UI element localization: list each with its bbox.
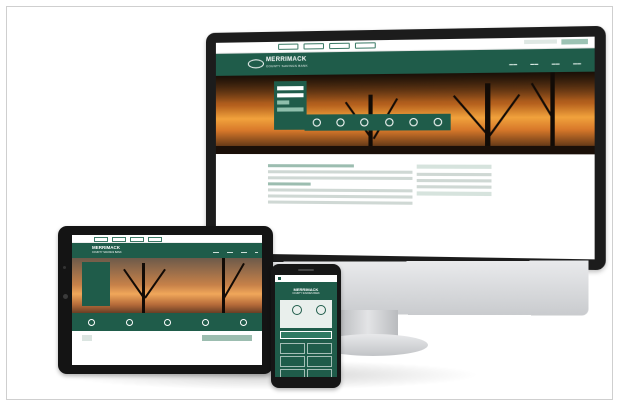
brand-line-2: COUNTY SAVINGS BANK <box>92 251 122 256</box>
menu-item[interactable]: ▬▬ <box>573 61 581 65</box>
menu-icon[interactable] <box>278 277 281 280</box>
quick-links-bar <box>305 114 451 131</box>
text-line <box>268 188 412 192</box>
password-field[interactable] <box>277 93 303 97</box>
menu-item[interactable]: ▬▬ <box>552 61 560 65</box>
monitor-screen: MERRIMACK COUNTY SAVINGS BANK ▬▬ ▬▬ ▬▬ ▬… <box>216 37 595 260</box>
audience-tabs <box>278 42 376 50</box>
sidebar-line <box>417 173 492 176</box>
quick-link-icon[interactable] <box>240 319 247 326</box>
quick-link-icon[interactable] <box>360 118 368 126</box>
menu-item[interactable]: ▬▬ <box>530 62 538 66</box>
audience-tab[interactable] <box>148 237 162 242</box>
quick-link-icon[interactable] <box>126 319 133 326</box>
section-heading <box>268 164 354 167</box>
menu-item[interactable]: ▬▬ <box>213 250 219 254</box>
utility-bar <box>72 235 262 243</box>
text-line <box>268 176 412 180</box>
menu-item[interactable]: ▬▬ <box>509 62 517 66</box>
tree-branch <box>144 269 166 299</box>
online-banking-button[interactable] <box>280 331 332 339</box>
menu-items: ▬▬ ▬▬ ▬▬ ▬▬ <box>509 61 581 66</box>
quick-link-icon[interactable] <box>434 118 443 126</box>
quick-link-icon[interactable] <box>385 118 393 126</box>
quick-link-tile[interactable] <box>307 369 332 377</box>
quick-link-icon[interactable] <box>202 319 209 326</box>
menu-item[interactable]: ▬▬ <box>241 250 247 254</box>
tab-personal[interactable] <box>278 44 298 50</box>
section-tag <box>82 335 92 341</box>
speaker-grille <box>298 269 314 271</box>
quick-link-icon[interactable] <box>336 118 344 126</box>
tree-trunk <box>485 83 490 154</box>
brand-line-1: MERRIMACK <box>92 245 120 250</box>
sidebar-heading <box>202 335 252 341</box>
smartphone-device: MERRIMACK COUNTY SAVINGS BANK <box>271 264 341 388</box>
tab-business[interactable] <box>304 43 324 49</box>
leaf-logo-icon <box>248 59 264 68</box>
username-field[interactable] <box>277 86 303 90</box>
enroll-icon[interactable] <box>316 305 326 315</box>
sidebar-line <box>417 179 492 182</box>
hero-sunset-image <box>72 258 262 318</box>
menu-items: ▬▬ ▬▬ ▬▬ ▬ <box>213 250 258 254</box>
text-line <box>268 201 412 205</box>
quick-link-icon[interactable] <box>88 319 95 326</box>
menu-item[interactable]: ▬▬ <box>227 250 233 254</box>
utility-links[interactable] <box>524 39 557 44</box>
brand-line-2: COUNTY SAVINGS BANK <box>266 63 308 70</box>
tab-other[interactable] <box>355 42 376 48</box>
quick-link-tile[interactable] <box>280 356 305 367</box>
text-line <box>268 194 412 198</box>
login-button[interactable] <box>277 100 289 104</box>
online-banking-login-panel <box>82 262 110 306</box>
content-area <box>216 154 595 165</box>
quick-link-tile[interactable] <box>307 356 332 367</box>
site-logo[interactable]: MERRIMACK COUNTY SAVINGS BANK <box>275 282 337 296</box>
audience-tab[interactable] <box>130 237 144 242</box>
phone-screen: MERRIMACK COUNTY SAVINGS BANK <box>275 275 337 377</box>
content-row <box>82 335 252 341</box>
tablet-device: MERRIMACK COUNTY SAVINGS BANK ▬▬ ▬▬ ▬▬ ▬ <box>58 226 273 374</box>
audience-tab[interactable] <box>112 237 126 242</box>
tree-trunk <box>142 263 145 318</box>
audience-tab[interactable] <box>94 237 108 242</box>
enroll-link[interactable] <box>277 107 303 111</box>
text-line <box>268 170 412 174</box>
login-card <box>280 300 332 328</box>
tablet-screen: MERRIMACK COUNTY SAVINGS BANK ▬▬ ▬▬ ▬▬ ▬ <box>72 235 262 365</box>
tab-wealth[interactable] <box>329 43 350 49</box>
search-box[interactable] <box>561 39 588 45</box>
quick-link-tile[interactable] <box>307 343 332 354</box>
sidebar-line <box>417 185 492 189</box>
online-banking-login-panel <box>274 81 307 130</box>
quick-links-grid <box>280 343 332 377</box>
tree-branch <box>453 95 489 136</box>
site-logo[interactable]: MERRIMACK COUNTY SAVINGS BANK <box>92 246 122 255</box>
camera-icon <box>63 266 66 269</box>
quick-link-tile[interactable] <box>280 343 305 354</box>
tree-branch <box>487 94 520 138</box>
sidebar <box>417 165 492 201</box>
site-logo[interactable]: MERRIMACK COUNTY SAVINGS BANK <box>266 57 308 70</box>
quick-links-bar <box>72 313 262 331</box>
phone-utility-bar <box>275 275 337 282</box>
home-button-icon <box>63 294 68 299</box>
quick-link-tile[interactable] <box>280 369 305 377</box>
main-column <box>268 164 412 208</box>
quick-link-icon[interactable] <box>409 118 417 126</box>
section-heading <box>268 182 311 185</box>
quick-link-icon[interactable] <box>312 118 320 126</box>
main-navigation: MERRIMACK COUNTY SAVINGS BANK ▬▬ ▬▬ ▬▬ ▬ <box>72 243 262 258</box>
sidebar-heading <box>417 165 492 169</box>
tree-trunk <box>222 258 225 318</box>
menu-item[interactable]: ▬ <box>255 250 258 254</box>
tree-branch <box>223 263 245 299</box>
login-icon[interactable] <box>292 305 302 315</box>
quick-link-icon[interactable] <box>164 319 171 326</box>
sidebar-heading <box>417 191 492 196</box>
brand-line-2: COUNTY SAVINGS BANK <box>275 292 337 296</box>
